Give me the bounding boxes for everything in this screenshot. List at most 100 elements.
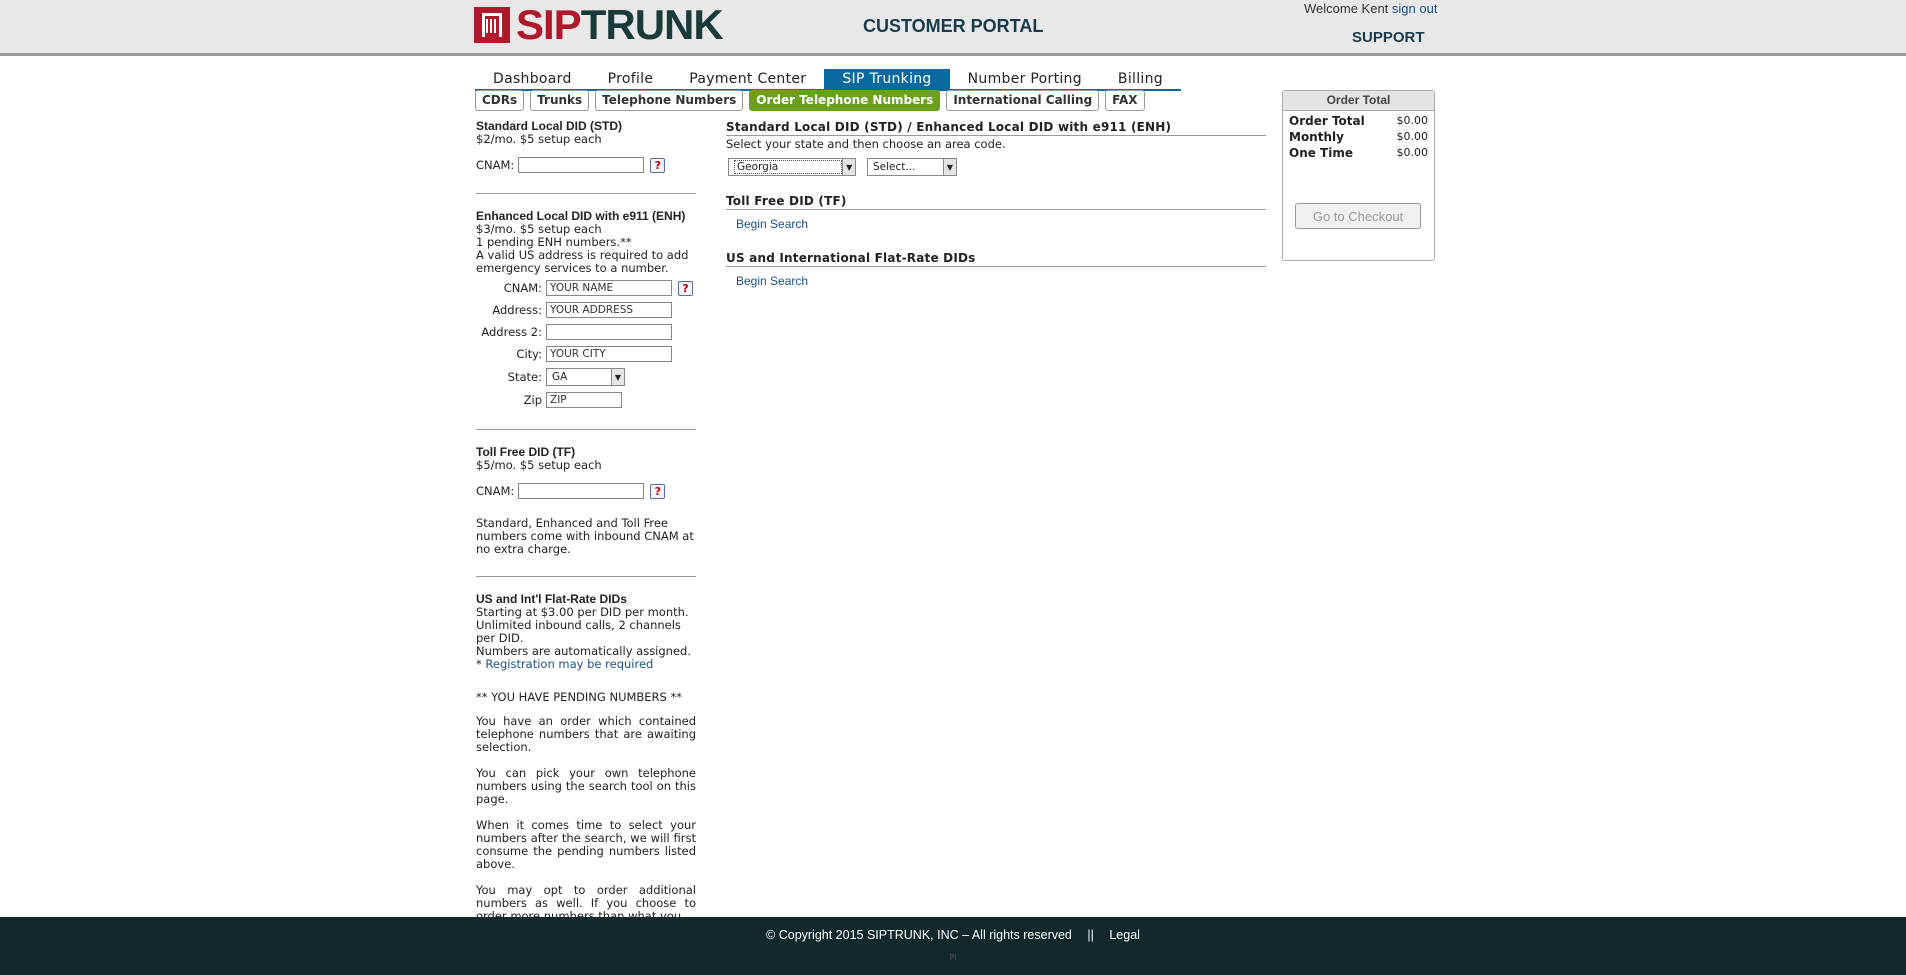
flat-line2: Unlimited inbound calls, 2 channels per …	[476, 618, 681, 645]
main-nav: Dashboard Profile Payment Center SIP Tru…	[475, 69, 1181, 91]
subtab-international-calling[interactable]: International Calling	[946, 90, 1100, 111]
enh-zip-row: Zip	[476, 389, 696, 411]
subtab-telephone-numbers[interactable]: Telephone Numbers	[595, 90, 744, 111]
tab-profile[interactable]: Profile	[590, 69, 672, 89]
order-total-panel: Order Total Order Total $0.00 Monthly $0…	[1282, 90, 1435, 261]
tf-heading: Toll Free DID (TF)	[726, 194, 1266, 210]
flat-heading: US and International Flat-Rate DIDs	[726, 251, 1266, 267]
enh-cnam-label: CNAM:	[503, 280, 542, 295]
dropdown-arrow-icon: ▼	[611, 369, 624, 385]
enh-notice: A valid US address is required to add em…	[476, 248, 689, 275]
flat-reg-prefix: *	[476, 657, 486, 671]
divider	[476, 193, 696, 194]
logo-text-trunk: TRUNK	[580, 1, 724, 48]
order-row-label: One Time	[1289, 146, 1354, 160]
enh-address2-row: Address 2:	[476, 321, 696, 343]
area-code-select-value: Select...	[873, 161, 916, 173]
tab-billing[interactable]: Billing	[1100, 69, 1181, 89]
enh-address-input[interactable]	[546, 302, 672, 318]
dropdown-arrow-icon: ▼	[943, 159, 956, 175]
welcome-bar: Welcome Kent sign out	[1304, 1, 1437, 16]
footer-mark: Pi	[949, 953, 957, 962]
enh-cnam-input[interactable]	[546, 280, 672, 296]
std-price: $2/mo. $5 setup each	[476, 132, 602, 146]
sign-out-link[interactable]: sign out	[1392, 1, 1438, 16]
go-to-checkout-button[interactable]: Go to Checkout	[1295, 203, 1421, 229]
tf-note: Standard, Enhanced and Toll Free numbers…	[476, 516, 694, 556]
enh-address2-input[interactable]	[546, 324, 672, 340]
order-row-value: $0.00	[1396, 114, 1429, 127]
page-footer	[0, 917, 1906, 975]
enh-address2-label: Address 2:	[481, 324, 542, 339]
area-code-select[interactable]: Select... ▼	[867, 158, 957, 176]
order-row-label: Order Total	[1289, 114, 1365, 128]
pending-p1: You have an order which contained teleph…	[476, 714, 696, 754]
subtab-fax[interactable]: FAX	[1105, 90, 1145, 111]
enh-city-row: City:	[476, 343, 696, 365]
enh-state-select[interactable]: GA ▼	[546, 368, 625, 386]
dropdown-arrow-icon: ▼	[842, 159, 855, 175]
divider	[476, 576, 696, 577]
std-cnam-input[interactable]	[518, 157, 645, 173]
sub-nav: CDRs Trunks Telephone Numbers Order Tele…	[475, 90, 1151, 111]
enh-state-label: State:	[507, 369, 542, 384]
tab-number-porting[interactable]: Number Porting	[950, 69, 1100, 89]
std-cnam-row: CNAM: ?	[476, 155, 696, 175]
product-options-column: Standard Local DID (STD) $2/mo. $5 setup…	[476, 120, 696, 923]
std-cnam-label: CNAM:	[476, 157, 515, 172]
enh-city-input[interactable]	[546, 346, 672, 362]
tf-price: $5/mo. $5 setup each	[476, 458, 602, 472]
footer-copyright-row: © Copyright 2015 SIPTRUNK, INC – All rig…	[0, 928, 1906, 942]
order-row-one-time: One Time $0.00	[1283, 145, 1434, 161]
portal-title: CUSTOMER PORTAL	[863, 16, 1044, 36]
enh-address-row: Address:	[476, 299, 696, 321]
tf-cnam-row: CNAM: ?	[476, 481, 696, 501]
flat-begin-search: Begin Search	[736, 274, 1266, 288]
logo-text-sip: SIP	[516, 1, 582, 48]
enh-zip-label: Zip	[523, 392, 542, 407]
pending-heading: ** YOU HAVE PENDING NUMBERS **	[476, 690, 683, 704]
order-row-total: Order Total $0.00	[1283, 113, 1434, 129]
tf-cnam-input[interactable]	[518, 483, 645, 499]
help-icon[interactable]: ?	[650, 157, 666, 173]
copyright-text: © Copyright 2015 SIPTRUNK, INC – All rig…	[766, 928, 1072, 942]
help-icon[interactable]: ?	[650, 483, 666, 499]
footer-separator: ||	[1087, 928, 1094, 942]
registration-link[interactable]: Registration may be required	[485, 657, 653, 671]
subtab-cdrs[interactable]: CDRs	[475, 90, 525, 111]
order-row-monthly: Monthly $0.00	[1283, 129, 1434, 145]
tab-sip-trunking[interactable]: SIP Trunking	[824, 69, 950, 89]
legal-link[interactable]: Legal	[1109, 928, 1140, 942]
std-enh-heading: Standard Local DID (STD) / Enhanced Loca…	[726, 120, 1266, 136]
enh-address-label: Address:	[492, 302, 542, 317]
order-row-value: $0.00	[1396, 146, 1429, 159]
flat-registration: * Registration may be required	[476, 658, 696, 671]
order-row-label: Monthly	[1289, 130, 1344, 144]
area-selector-row: Georgia ▼ Select... ▼	[726, 158, 1266, 176]
std-enh-instruction: Select your state and then choose an are…	[726, 137, 1006, 151]
siptrunk-logo[interactable]: SIP TRUNK	[474, 1, 724, 48]
enh-state-row: State: GA ▼	[476, 365, 696, 389]
welcome-text: Welcome Kent	[1304, 1, 1389, 16]
pending-p3: When it comes time to select your number…	[476, 818, 696, 871]
enh-cnam-row: CNAM: ?	[476, 277, 696, 299]
tab-payment-center[interactable]: Payment Center	[671, 69, 824, 89]
tf-cnam-label: CNAM:	[476, 483, 515, 498]
state-select[interactable]: Georgia ▼	[728, 158, 856, 176]
subtab-order-telephone-numbers[interactable]: Order Telephone Numbers	[749, 90, 941, 111]
order-row-value: $0.00	[1396, 130, 1429, 143]
siptrunk-logo-icon	[474, 7, 510, 43]
tab-dashboard[interactable]: Dashboard	[475, 69, 590, 89]
flat-begin-search-link[interactable]: Begin Search	[736, 274, 808, 288]
tf-begin-search-link[interactable]: Begin Search	[736, 217, 808, 231]
support-link[interactable]: SUPPORT	[1352, 29, 1425, 46]
enh-zip-input[interactable]	[546, 392, 622, 408]
subtab-trunks[interactable]: Trunks	[530, 90, 590, 111]
search-column: Standard Local DID (STD) / Enhanced Loca…	[726, 120, 1266, 288]
divider	[476, 429, 696, 430]
state-select-value: Georgia	[734, 160, 843, 174]
help-icon[interactable]: ?	[678, 280, 693, 296]
enh-state-value: GA	[552, 370, 568, 383]
pending-p2: You can pick your own telephone numbers …	[476, 766, 696, 806]
order-total-title: Order Total	[1283, 91, 1434, 111]
